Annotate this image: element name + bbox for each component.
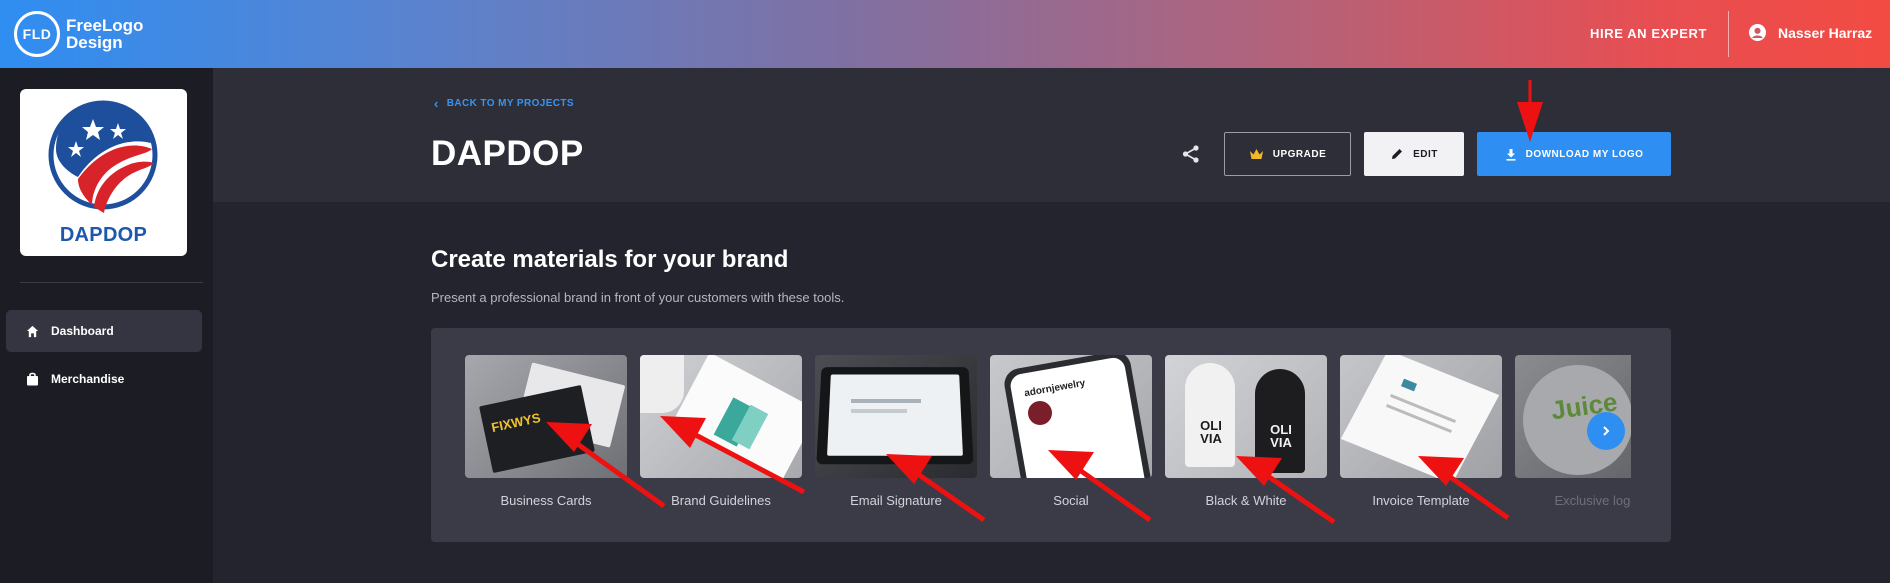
back-label: BACK TO MY PROJECTS (446, 98, 574, 109)
social-thumbnail: adornjewelry (990, 355, 1152, 478)
card-label: Email Signature (850, 493, 942, 508)
shopping-bag-icon (27, 372, 38, 386)
sidebar-item-label: Merchandise (51, 372, 125, 386)
crown-icon (1249, 149, 1263, 159)
carousel-next-button[interactable] (1587, 412, 1625, 450)
black-white-thumbnail: OLI VIA OLI VIA (1165, 355, 1327, 478)
sidebar-item-dashboard[interactable]: Dashboard (6, 310, 202, 352)
material-card-email-signature[interactable]: Email Signature (815, 355, 977, 508)
chevron-right-icon (1603, 426, 1610, 436)
invoice-template-thumbnail (1340, 355, 1502, 478)
materials-carousel: FIXWYS Business Cards Brand Guidelines E… (431, 328, 1671, 542)
logo-emblem (48, 100, 158, 213)
brand-guidelines-thumbnail (640, 355, 802, 478)
business-cards-thumbnail: FIXWYS (465, 355, 627, 478)
sidebar-item-label: Dashboard (51, 324, 114, 338)
home-icon (26, 325, 39, 337)
header-divider (1728, 11, 1729, 57)
brand-name-line2: Design (66, 33, 123, 52)
edit-button[interactable]: EDIT (1364, 132, 1464, 176)
share-icon[interactable] (1181, 144, 1201, 164)
sidebar: DAPDOP Dashboard Merchandise (0, 68, 213, 583)
freelogodesign-logo[interactable]: FLD FreeLogo Design (14, 11, 143, 57)
brand-name-line1: FreeLogo (66, 16, 144, 35)
material-card-invoice-template[interactable]: Invoice Template (1340, 355, 1502, 508)
card-label: Social (1053, 493, 1089, 508)
material-card-business-cards[interactable]: FIXWYS Business Cards (465, 355, 627, 508)
project-logo-preview[interactable]: DAPDOP (20, 89, 187, 256)
download-icon (1506, 148, 1516, 161)
materials-subtitle: Present a professional brand in front of… (431, 290, 845, 305)
top-header: FLD FreeLogo Design HIRE AN EXPERT Nasse… (0, 0, 1890, 68)
user-name: Nasser Harraz (1778, 24, 1873, 41)
material-card-black-white[interactable]: OLI VIA OLI VIA Black & White (1165, 355, 1327, 508)
sidebar-divider (20, 282, 203, 283)
user-menu[interactable]: Nasser Harraz (1749, 24, 1872, 41)
download-logo-button[interactable]: DOWNLOAD MY LOGO (1477, 132, 1671, 176)
pencil-icon (1392, 149, 1403, 159)
card-label: Brand Guidelines (671, 493, 771, 508)
material-card-social[interactable]: adornjewelry Social (990, 355, 1152, 508)
material-card-brand-guidelines[interactable]: Brand Guidelines (640, 355, 802, 508)
hire-expert-link[interactable]: HIRE AN EXPERT (1590, 26, 1707, 41)
logo-wordmark: DAPDOP (59, 224, 148, 246)
page-title: DAPDOP (431, 134, 584, 173)
card-label: Black & White (1205, 493, 1287, 508)
card-label: Business Cards (500, 493, 592, 508)
back-to-projects-link[interactable]: ‹ BACK TO MY PROJECTS (434, 96, 574, 111)
user-avatar-icon (1749, 24, 1766, 41)
materials-title: Create materials for your brand (431, 246, 789, 273)
sidebar-item-merchandise[interactable]: Merchandise (6, 358, 202, 400)
email-signature-thumbnail (815, 355, 977, 478)
upgrade-button[interactable]: UPGRADE (1224, 132, 1351, 176)
card-label: Invoice Template (1372, 493, 1470, 508)
chevron-left-icon: ‹ (434, 96, 439, 111)
brand-initials: FLD (14, 11, 60, 57)
